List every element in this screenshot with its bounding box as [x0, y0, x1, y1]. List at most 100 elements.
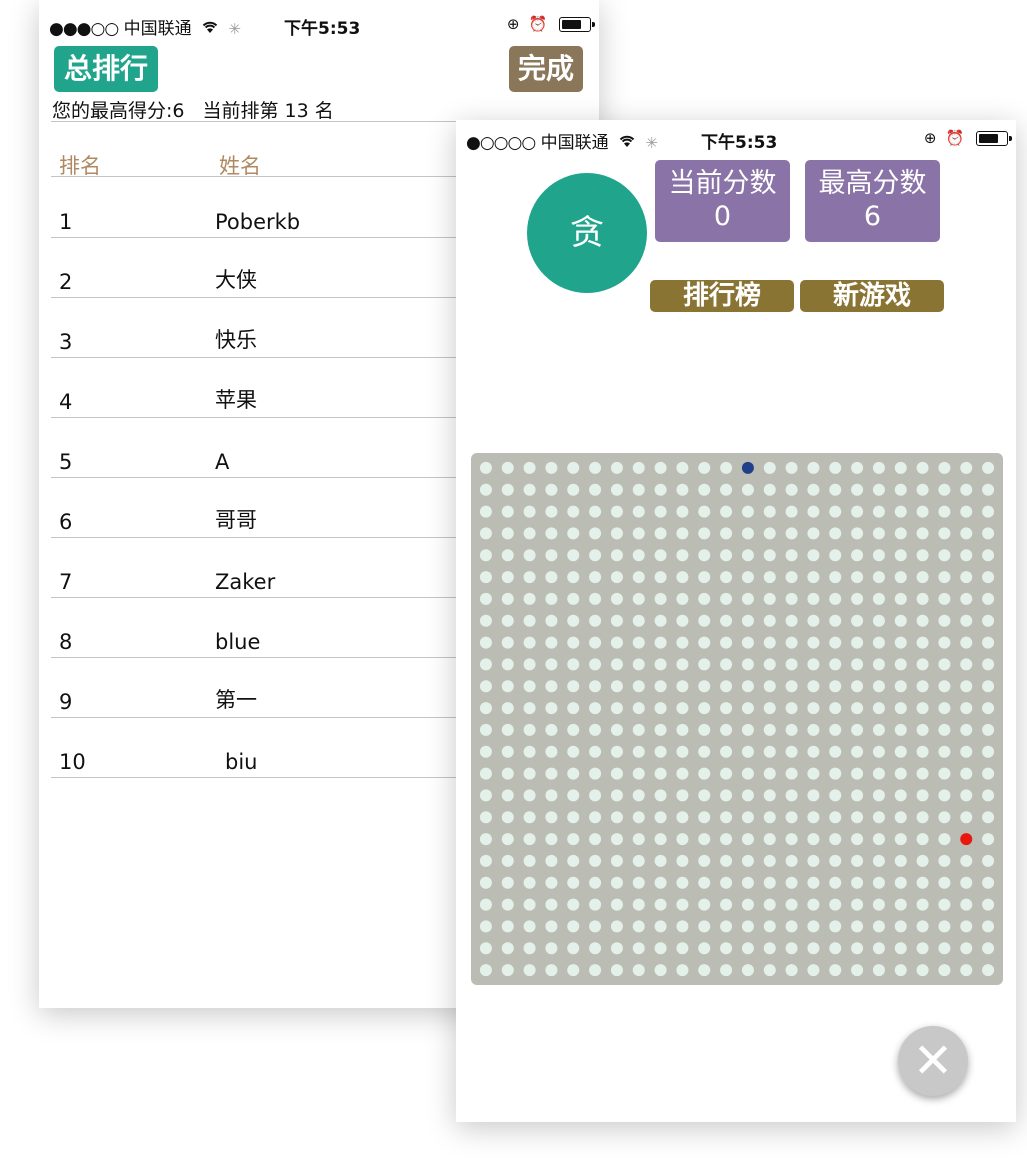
- board-cell: [938, 833, 951, 846]
- board-cell: [523, 549, 536, 562]
- board-cell: [545, 964, 558, 977]
- board-cell: [545, 854, 558, 867]
- board-cell: [960, 614, 973, 627]
- board-cell: [894, 549, 907, 562]
- best-score-label: 最高分数: [818, 168, 927, 199]
- new-game-button[interactable]: 新游戏: [800, 280, 944, 312]
- board-cell: [960, 811, 973, 824]
- done-button[interactable]: 完成: [509, 46, 583, 92]
- game-board[interactable]: [471, 453, 1003, 985]
- board-cell: [567, 461, 580, 474]
- board-cell: [610, 527, 623, 540]
- board-cell: [720, 702, 733, 715]
- board-cell: [545, 811, 558, 824]
- board-cell: [829, 461, 842, 474]
- board-cell: [763, 505, 776, 518]
- board-cell: [938, 592, 951, 605]
- board-cell: [938, 702, 951, 715]
- board-cell: [632, 723, 645, 736]
- board-cell: [545, 833, 558, 846]
- board-cell: [960, 898, 973, 911]
- board-cell: [982, 723, 995, 736]
- board-cell: [501, 811, 514, 824]
- board-cell: [807, 854, 820, 867]
- leaderboard-button[interactable]: 排行榜: [650, 280, 794, 312]
- board-cell: [872, 876, 885, 889]
- board-cell: [938, 789, 951, 802]
- board-cell: [982, 461, 995, 474]
- board-cell: [785, 811, 798, 824]
- board-cell: [654, 549, 667, 562]
- board-cell: [938, 767, 951, 780]
- board-cell: [785, 505, 798, 518]
- board-cell: [567, 505, 580, 518]
- loading-spinner-icon: ✳: [645, 134, 658, 152]
- board-cell: [589, 745, 602, 758]
- board-cell: [479, 592, 492, 605]
- board-cell: [763, 702, 776, 715]
- signal-strength: ●○○○○: [466, 133, 536, 153]
- board-cell: [982, 658, 995, 671]
- overall-ranking-button[interactable]: 总排行: [54, 46, 158, 92]
- board-cell: [610, 702, 623, 715]
- board-cell: [610, 461, 623, 474]
- board-cell: [872, 942, 885, 955]
- close-button[interactable]: ✕: [898, 1026, 968, 1096]
- board-cell: [523, 702, 536, 715]
- board-cell: [851, 658, 864, 671]
- board-cell: [894, 614, 907, 627]
- board-cell: [894, 723, 907, 736]
- board-cell: [894, 833, 907, 846]
- alarm-icon: ⏰: [528, 15, 548, 33]
- battery-icon: [976, 130, 1012, 146]
- board-cell: [698, 571, 711, 584]
- board-cell: [829, 549, 842, 562]
- board-cell: [916, 789, 929, 802]
- board-cell: [610, 483, 623, 496]
- board-cell: [872, 898, 885, 911]
- board-cell: [501, 920, 514, 933]
- board-cell: [523, 920, 536, 933]
- board-cell: [916, 505, 929, 518]
- board-cell: [894, 527, 907, 540]
- board-cell: [589, 898, 602, 911]
- board-cell: [763, 483, 776, 496]
- board-cell: [698, 505, 711, 518]
- board-cell: [501, 767, 514, 780]
- board-cell: [829, 527, 842, 540]
- board-cell: [698, 658, 711, 671]
- board-cell: [698, 833, 711, 846]
- board-cell: [916, 549, 929, 562]
- board-cell: [523, 614, 536, 627]
- board-cell: [676, 920, 689, 933]
- board-cell: [960, 680, 973, 693]
- board-cell: [501, 942, 514, 955]
- board-cell: [479, 483, 492, 496]
- board-cell: [589, 942, 602, 955]
- board-cell: [807, 876, 820, 889]
- board-cell: [720, 571, 733, 584]
- board-cell: [851, 461, 864, 474]
- board-cell: [894, 483, 907, 496]
- board-cell: [589, 702, 602, 715]
- board-cell: [632, 461, 645, 474]
- board-cell: [698, 789, 711, 802]
- board-cell: [829, 811, 842, 824]
- board-cell: [741, 876, 754, 889]
- board-cell: [851, 920, 864, 933]
- board-cell: [720, 549, 733, 562]
- board-cell: [654, 833, 667, 846]
- board-cell: [829, 854, 842, 867]
- board-cell: [589, 876, 602, 889]
- board-cell: [916, 527, 929, 540]
- board-cell: [479, 811, 492, 824]
- board-cell: [676, 636, 689, 649]
- board-cell: [960, 745, 973, 758]
- board-cell: [654, 811, 667, 824]
- board-cell: [960, 636, 973, 649]
- board-cell: [872, 549, 885, 562]
- board-cell: [654, 527, 667, 540]
- board-cell: [654, 745, 667, 758]
- board-cell: [829, 614, 842, 627]
- board-cell: [589, 767, 602, 780]
